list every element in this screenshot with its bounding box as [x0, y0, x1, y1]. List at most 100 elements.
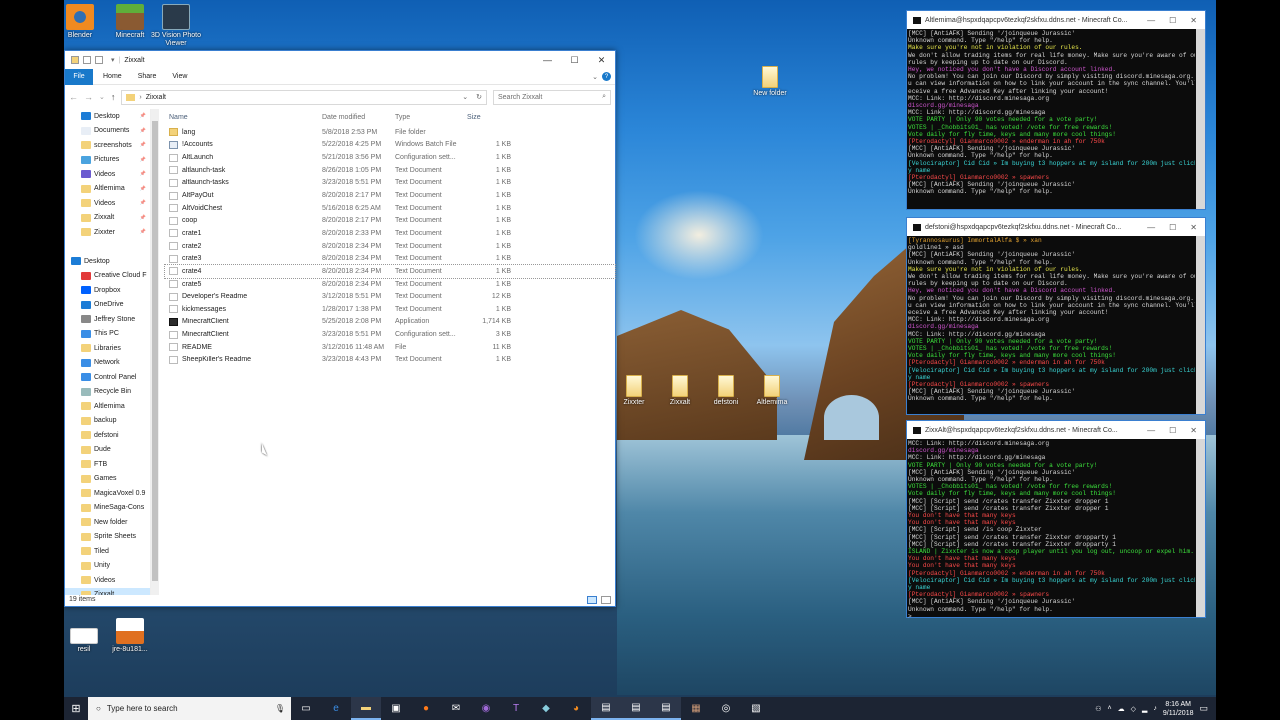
console-taskbar-icon-2[interactable]: ▤ [621, 697, 651, 720]
file-row[interactable]: crate1 8/20/2018 2:33 PM Text Document 1 KB [165, 227, 615, 240]
file-explorer-taskbar-icon[interactable]: ▬ [351, 697, 381, 720]
column-header-date[interactable]: Date modified [322, 114, 395, 121]
properties-icon[interactable] [83, 56, 91, 64]
notifications-icon[interactable]: ▭ [1199, 703, 1208, 714]
nav-item[interactable]: MineSaga-Cons [65, 501, 150, 516]
dropbox-icon[interactable]: ◇ [1131, 705, 1136, 713]
nav-item[interactable]: Unity [65, 559, 150, 574]
explorer-titlebar[interactable]: ▾ | Zixxalt — ☐ ✕ [65, 51, 615, 69]
nav-item[interactable]: FTB [65, 457, 150, 472]
unity-icon[interactable]: ◆ [531, 697, 561, 720]
address-bar[interactable]: › Zixxalt ⌄ ↻ [121, 89, 487, 105]
up-arrow-icon[interactable]: ↑ [111, 92, 116, 102]
package-icon[interactable]: ▦ [681, 697, 711, 720]
task-view-icon[interactable]: ▭ [291, 697, 321, 720]
nav-item[interactable]: backup [65, 414, 150, 429]
store-icon[interactable]: ▣ [381, 697, 411, 720]
nav-item[interactable]: OneDrive [65, 298, 150, 313]
pin-icon[interactable]: 📌 [140, 157, 146, 163]
file-row[interactable]: AltPayOut 8/20/2018 2:17 PM Text Document 1… [165, 189, 615, 202]
nav-item[interactable]: Videos [65, 573, 150, 588]
nav-item[interactable]: Videos 📌 [65, 167, 150, 182]
column-header-name[interactable]: Name [165, 114, 322, 121]
file-row[interactable]: crate3 8/20/2018 2:34 PM Text Document 1 KB [165, 252, 615, 265]
console-scrollbar[interactable] [1196, 29, 1205, 209]
ribbon-tab-view[interactable]: View [172, 73, 187, 80]
ribbon-tab-home[interactable]: Home [103, 73, 122, 80]
ribbon-tab-file[interactable]: File [65, 68, 93, 85]
file-row[interactable]: AltLaunch 5/21/2018 3:56 PM Configuration … [165, 151, 615, 164]
file-row[interactable]: crate4 8/20/2018 2:34 PM Text Document 1 KB [164, 264, 616, 279]
desktop-icon-new-folder[interactable]: New folder [740, 66, 800, 98]
pin-icon[interactable]: 📌 [140, 113, 146, 119]
minimize-button[interactable]: — [1147, 16, 1155, 25]
close-button[interactable]: ✕ [1190, 16, 1197, 25]
firefox-icon[interactable]: ● [411, 697, 441, 720]
nav-item[interactable] [65, 240, 150, 255]
desktop-icon-altlemima[interactable]: Altlemima [742, 375, 802, 407]
file-row[interactable]: kickmessages 1/28/2017 1:38 PM Text Docume… [165, 303, 615, 316]
nav-item[interactable]: Zixxter 📌 [65, 225, 150, 240]
nav-item[interactable]: Zixxalt 📌 [65, 211, 150, 226]
clock[interactable]: 8:16 AM 9/11/2018 [1163, 700, 1194, 718]
nav-item[interactable]: Network [65, 356, 150, 371]
console-window-altlemima[interactable]: Altlemima@hspxdqapcpv6tezkqf2skfxu.ddns.… [906, 10, 1206, 210]
file-row[interactable]: SheepKiller's Readme 3/23/2018 4:43 PM Tex… [165, 354, 615, 367]
minimize-button[interactable]: — [1147, 223, 1155, 232]
nav-item[interactable]: Control Panel [65, 370, 150, 385]
forward-arrow-icon[interactable]: → [84, 92, 93, 102]
minimize-button[interactable]: — [534, 51, 561, 69]
show-hidden-icons-chevron-icon[interactable]: ˄ [1107, 705, 1111, 712]
nav-item[interactable]: Jeffrey Stone [65, 312, 150, 327]
network-icon[interactable]: ▂ [1142, 705, 1147, 713]
pin-icon[interactable]: 📌 [140, 142, 146, 148]
file-row[interactable]: crate2 8/20/2018 2:34 PM Text Document 1 KB [165, 240, 615, 253]
close-button[interactable]: ✕ [1190, 426, 1197, 435]
maximize-button[interactable]: ☐ [561, 51, 588, 69]
steam-icon[interactable]: ◎ [711, 697, 741, 720]
nav-item[interactable]: Pictures 📌 [65, 153, 150, 168]
start-button[interactable]: ⊞ [64, 697, 88, 720]
maximize-button[interactable]: ☐ [1169, 16, 1176, 25]
refresh-icon[interactable]: ↻ [476, 93, 482, 101]
nav-item[interactable]: Libraries [65, 341, 150, 356]
nav-item[interactable]: Tiled [65, 544, 150, 559]
nav-item[interactable]: Desktop 📌 [65, 109, 150, 124]
console-taskbar-icon-1[interactable]: ▤ [591, 697, 621, 720]
file-row[interactable]: README 3/12/2016 11:48 AM File 11 KB [165, 341, 615, 354]
file-row[interactable]: crate5 8/20/2018 2:34 PM Text Document 1 KB [165, 278, 615, 291]
nav-item[interactable]: Dropbox [65, 283, 150, 298]
app-icon[interactable]: ▧ [741, 697, 771, 720]
column-header-size[interactable]: Size [467, 114, 511, 121]
console-taskbar-icon-3[interactable]: ▤ [651, 697, 681, 720]
large-icons-view-icon[interactable] [601, 595, 611, 604]
nav-item[interactable]: screenshots 📌 [65, 138, 150, 153]
console-titlebar[interactable]: defstoni@hspxdqapcpv6tezkqf2skfxu.ddns.n… [907, 218, 1205, 236]
nav-item[interactable]: MagicaVoxel 0.9 [65, 486, 150, 501]
pin-icon[interactable]: 📌 [140, 128, 146, 134]
desktop-icon-jre[interactable]: jre-8u181... [100, 618, 160, 654]
file-row[interactable]: MinecraftClient 3/23/2018 5:51 PM Configur… [165, 328, 615, 341]
nav-item[interactable]: Sprite Sheets [65, 530, 150, 545]
nav-item[interactable]: Creative Cloud F [65, 269, 150, 284]
file-row[interactable]: coop 8/20/2018 2:17 PM Text Document 1 KB [165, 214, 615, 227]
pin-icon[interactable]: 📌 [140, 215, 146, 221]
nav-item[interactable]: This PC [65, 327, 150, 342]
nav-item[interactable]: defstoni [65, 428, 150, 443]
blender-taskbar-icon[interactable]: ◕ [561, 697, 591, 720]
maximize-button[interactable]: ☐ [1169, 223, 1176, 232]
help-icon[interactable]: ? [602, 72, 611, 81]
console-scrollbar[interactable] [1196, 439, 1205, 617]
pin-icon[interactable]: 📌 [140, 186, 146, 192]
close-button[interactable]: ✕ [1190, 223, 1197, 232]
people-icon[interactable]: ⚇ [1095, 705, 1101, 713]
console-titlebar[interactable]: ZixxAlt@hspxdqapcpv6tezkqf2skfxu.ddns.ne… [907, 421, 1205, 439]
file-row[interactable]: AltVoidChest 5/16/2018 6:25 AM Text Docume… [165, 202, 615, 215]
nav-item[interactable]: New folder [65, 515, 150, 530]
file-row[interactable]: altlaunch-tasks 3/23/2018 5:51 PM Text Doc… [165, 177, 615, 190]
scrollbar-thumb[interactable] [152, 121, 158, 581]
breadcrumb[interactable]: Zixxalt [146, 94, 166, 101]
console-window-defstoni[interactable]: defstoni@hspxdqapcpv6tezkqf2skfxu.ddns.n… [906, 217, 1206, 415]
new-folder-icon[interactable] [95, 56, 103, 64]
nav-item[interactable]: Documents 📌 [65, 124, 150, 139]
